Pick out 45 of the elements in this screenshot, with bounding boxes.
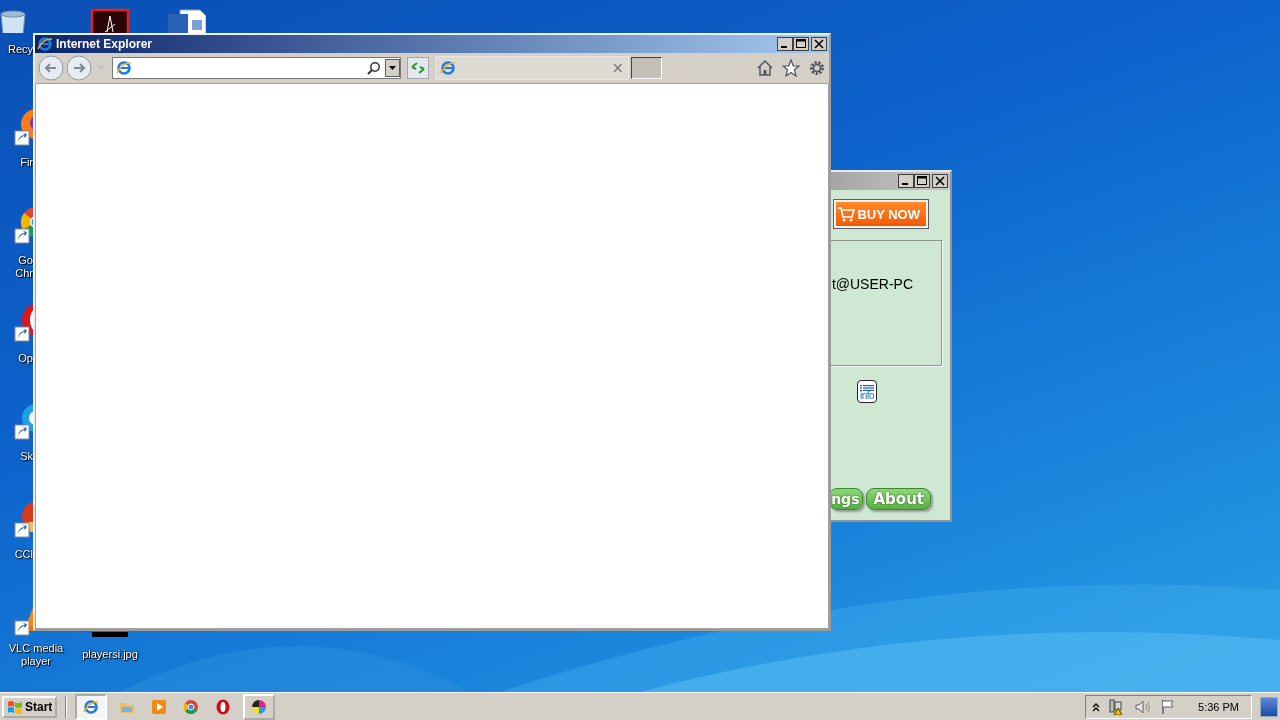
info-icon[interactable]: info: [857, 380, 877, 403]
color-wheel-icon: [251, 698, 268, 715]
flag-icon[interactable]: [1160, 698, 1177, 715]
new-tab-button[interactable]: [631, 57, 662, 79]
windows-logo-icon: [7, 699, 23, 714]
refresh-button[interactable]: [407, 57, 429, 79]
cart-icon: [837, 206, 856, 222]
maximize-button[interactable]: [793, 37, 809, 51]
address-field[interactable]: [112, 57, 401, 79]
close-button[interactable]: [811, 37, 827, 51]
maximize-button[interactable]: [914, 174, 930, 188]
window-title: Internet Explorer: [56, 37, 153, 51]
start-button[interactable]: Start: [2, 695, 58, 718]
show-desktop-button[interactable]: [1260, 696, 1278, 717]
home-icon[interactable]: [756, 59, 774, 77]
browser-icon: [440, 60, 456, 76]
clock[interactable]: 5:36 PM: [1198, 700, 1239, 713]
minimize-button[interactable]: [777, 37, 793, 51]
dropdown-button[interactable]: [385, 59, 400, 77]
icon-label[interactable]: Go Chr: [15, 254, 33, 280]
account-text: t@USER-PC: [831, 276, 913, 292]
icon-label[interactable]: CCl: [14, 548, 33, 561]
settings-icon[interactable]: [808, 59, 826, 77]
icon-label[interactable]: playersi.jpg: [77, 648, 143, 661]
icon-label[interactable]: Sk: [20, 450, 33, 463]
icon-label[interactable]: Op: [18, 352, 33, 365]
search-icon[interactable]: [367, 61, 381, 75]
buy-now-button[interactable]: BUY NOW: [834, 200, 928, 228]
icon-label[interactable]: Recy: [7, 43, 33, 56]
icon-label[interactable]: Fir: [20, 156, 33, 169]
browser-icon: [37, 36, 53, 52]
browser-tab[interactable]: ×: [435, 56, 629, 80]
back-button[interactable]: [38, 55, 64, 81]
tab-close-button[interactable]: ×: [611, 60, 624, 76]
forward-button[interactable]: [66, 55, 92, 81]
browser-icon: [116, 60, 132, 76]
chevron-up-icon[interactable]: [1092, 701, 1101, 712]
minimize-button[interactable]: [898, 174, 914, 188]
taskbar-button[interactable]: [243, 693, 276, 720]
speaker-icon[interactable]: [1134, 698, 1153, 715]
icon-label[interactable]: VLC media player: [3, 642, 69, 668]
star-icon[interactable]: [782, 59, 800, 77]
browser-icon: [83, 698, 100, 715]
close-button[interactable]: [932, 174, 948, 188]
document-icon[interactable]: [90, 8, 130, 33]
